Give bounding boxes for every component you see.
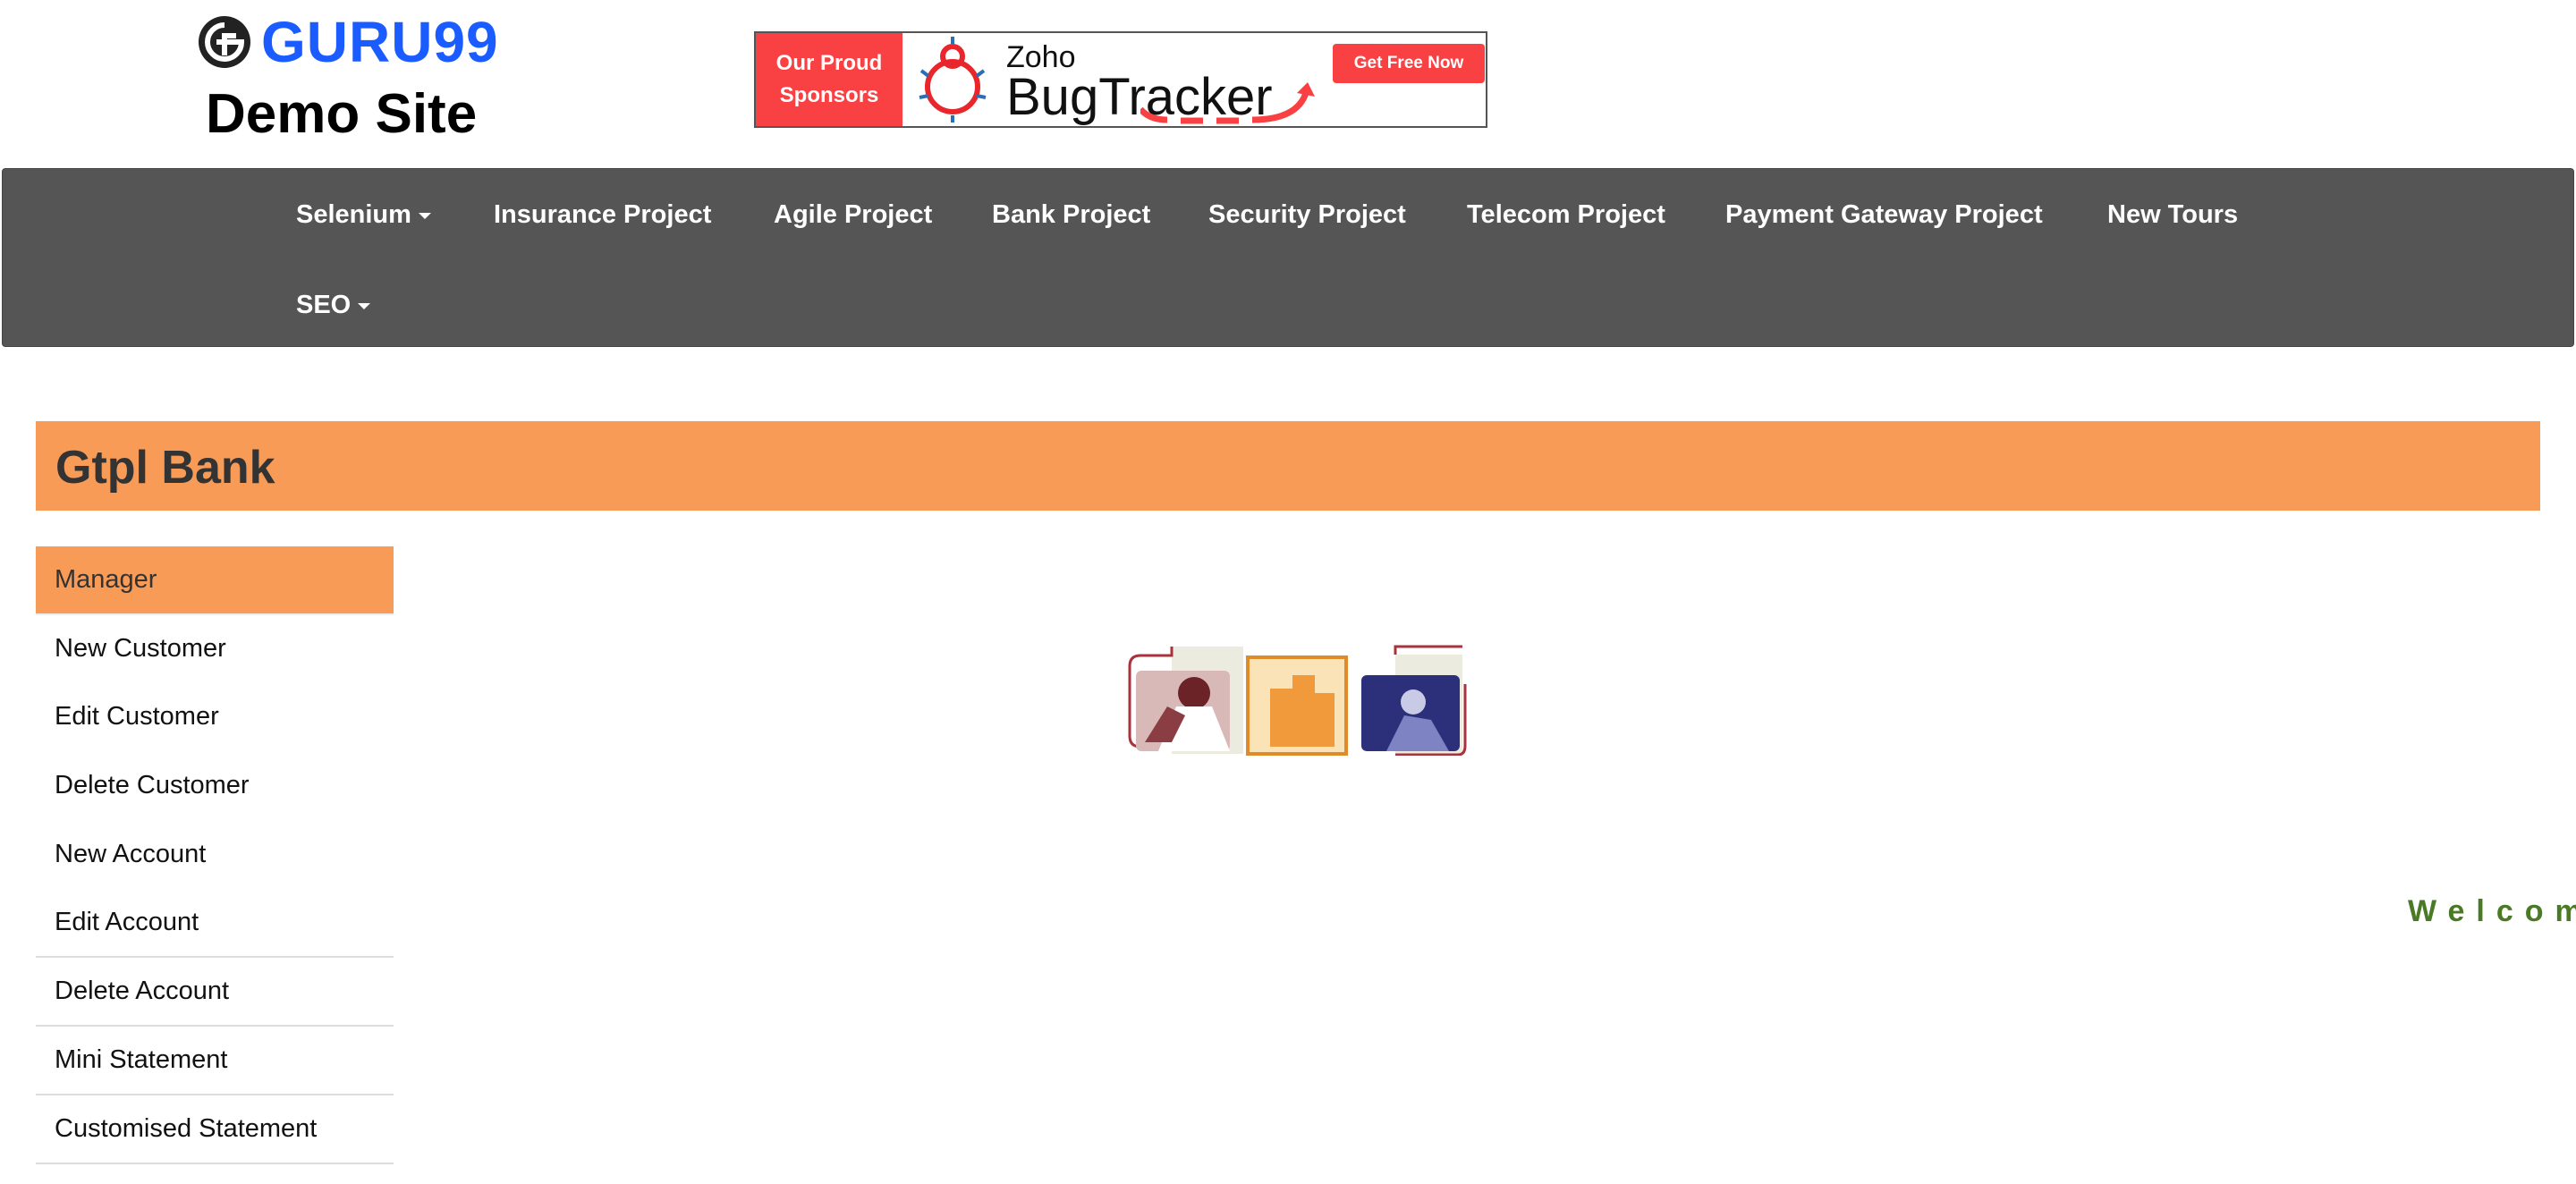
sponsor-line2: Sponsors xyxy=(779,83,879,107)
page-title: Gtpl Bank xyxy=(55,442,275,494)
nav-seo-label: SEO xyxy=(296,291,352,319)
nav-telecom-project[interactable]: Telecom Project xyxy=(1467,200,1665,230)
bank-header: Gtpl Bank xyxy=(36,421,2540,511)
sidebar-item-edit-account[interactable]: Edit Account xyxy=(36,889,394,958)
sidebar-item-mini-statement[interactable]: Mini Statement xyxy=(36,1027,394,1095)
sponsor-line1: Our Proud xyxy=(775,51,883,75)
bank-banner-image xyxy=(1128,645,1467,756)
welcome-marquee: Welcome xyxy=(2408,894,2576,928)
nav-seo[interactable]: SEO xyxy=(296,291,371,320)
nav-bank-project[interactable]: Bank Project xyxy=(992,200,1150,230)
sponsor-label: Our Proud Sponsors xyxy=(756,33,902,126)
sponsor-banner[interactable]: Our Proud Sponsors Zoho BugTracker Get F… xyxy=(754,31,1487,128)
woman-photo xyxy=(1361,645,1467,756)
get-free-now-button[interactable]: Get Free Now xyxy=(1333,44,1485,83)
nav-new-tours[interactable]: New Tours xyxy=(2107,200,2238,230)
main-navbar: Selenium Insurance Project Agile Project… xyxy=(2,168,2574,347)
caret-down-icon xyxy=(358,302,371,309)
sidebar-item-new-customer[interactable]: New Customer xyxy=(36,613,394,682)
businessman-photo xyxy=(1128,647,1243,754)
logo-brand: GURU99 xyxy=(261,10,499,74)
sidebar-item-customised-statement[interactable]: Customised Statement xyxy=(36,1095,394,1164)
guru99-logo[interactable]: GURU99 Demo Site xyxy=(197,9,501,145)
arrow-icon xyxy=(1140,82,1315,124)
caret-down-icon xyxy=(418,212,431,219)
sidebar-item-manager[interactable]: Manager xyxy=(36,546,394,613)
sidebar-item-delete-account[interactable]: Delete Account xyxy=(36,958,394,1027)
sidebar-item-edit-customer[interactable]: Edit Customer xyxy=(36,682,394,751)
bug-icon xyxy=(919,37,987,123)
guru99-logo-icon xyxy=(199,16,250,68)
coins-photo xyxy=(1246,655,1348,756)
sidebar-menu: Manager New Customer Edit Customer Delet… xyxy=(36,546,394,1164)
logo-subtitle: Demo Site xyxy=(206,83,478,145)
nav-agile-project[interactable]: Agile Project xyxy=(774,200,932,230)
nav-insurance-project[interactable]: Insurance Project xyxy=(494,200,711,230)
sidebar-item-new-account[interactable]: New Account xyxy=(36,820,394,889)
nav-selenium[interactable]: Selenium xyxy=(296,200,431,230)
sidebar-item-delete-customer[interactable]: Delete Customer xyxy=(36,751,394,820)
nav-payment-gateway-project[interactable]: Payment Gateway Project xyxy=(1725,200,2043,230)
nav-security-project[interactable]: Security Project xyxy=(1208,200,1406,230)
nav-selenium-label: Selenium xyxy=(296,200,411,229)
